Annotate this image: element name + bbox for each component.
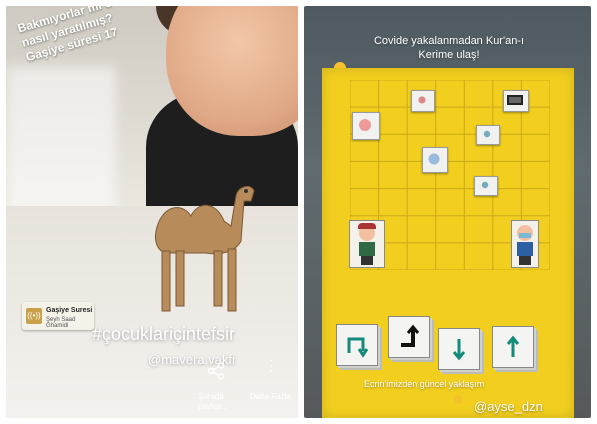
right-story-panel[interactable]: Covide yakalanmadan Kur'an-ı Kerime ulaş…: [304, 6, 591, 418]
character-mask: [519, 233, 531, 238]
character-legs: [519, 256, 531, 265]
up-arrow-icon: [506, 335, 520, 357]
character-legs: [361, 256, 373, 265]
left-story-panel[interactable]: Bakmıyorlar mı o deve nasıl yaratılmış? …: [6, 6, 298, 418]
more-options-icon[interactable]: ⋮: [264, 358, 278, 378]
virus-card: [411, 90, 435, 112]
music-cover-icon: ((•)): [26, 308, 42, 324]
cardboard-camel: [155, 185, 255, 312]
character-body: [359, 242, 375, 256]
more-label[interactable]: Daha Fazla: [250, 392, 291, 401]
bottom-caption: Ecrin'imizden güncel yaklaşım: [364, 379, 485, 389]
character-headscarf: [358, 223, 376, 229]
character-body: [517, 242, 533, 256]
down-arrow-icon: [452, 339, 466, 361]
caption-line: Kerime ulaş!: [418, 49, 480, 61]
window-light: [6, 66, 116, 216]
command-card-down[interactable]: [438, 328, 480, 370]
turn-arrow-icon: [401, 324, 420, 347]
masked-character-card: [511, 220, 539, 268]
share-label[interactable]: Şurada paylaş...: [198, 392, 242, 412]
virus-card: [474, 176, 498, 196]
music-sticker[interactable]: ((•)) Gaşiye Suresi Şeyh Saad Ghamidi: [22, 302, 94, 330]
command-card-turn-right[interactable]: [388, 316, 430, 358]
command-card-turn-back[interactable]: [336, 324, 378, 366]
mention-sticker[interactable]: @ayse_dzn: [474, 399, 543, 414]
hashtag-sticker[interactable]: #çocuklariçintefsir: [92, 324, 235, 345]
command-card-up[interactable]: [492, 326, 534, 368]
music-artist: Şeyh Saad Ghamidi: [46, 317, 76, 329]
u-turn-arrow-icon: [347, 337, 369, 358]
share-icon[interactable]: [207, 362, 225, 380]
caption-line: Covide yakalanmadan Kur'an-ı: [373, 35, 525, 47]
virus-card: [352, 112, 380, 140]
music-title: Gaşiye Suresi: [46, 307, 93, 314]
virus-card: [422, 147, 448, 173]
virus-card: [476, 125, 500, 145]
quran-goal-card: [503, 90, 529, 112]
emoji-sticker-icon: [454, 395, 463, 404]
girl-character-card: [349, 220, 385, 268]
